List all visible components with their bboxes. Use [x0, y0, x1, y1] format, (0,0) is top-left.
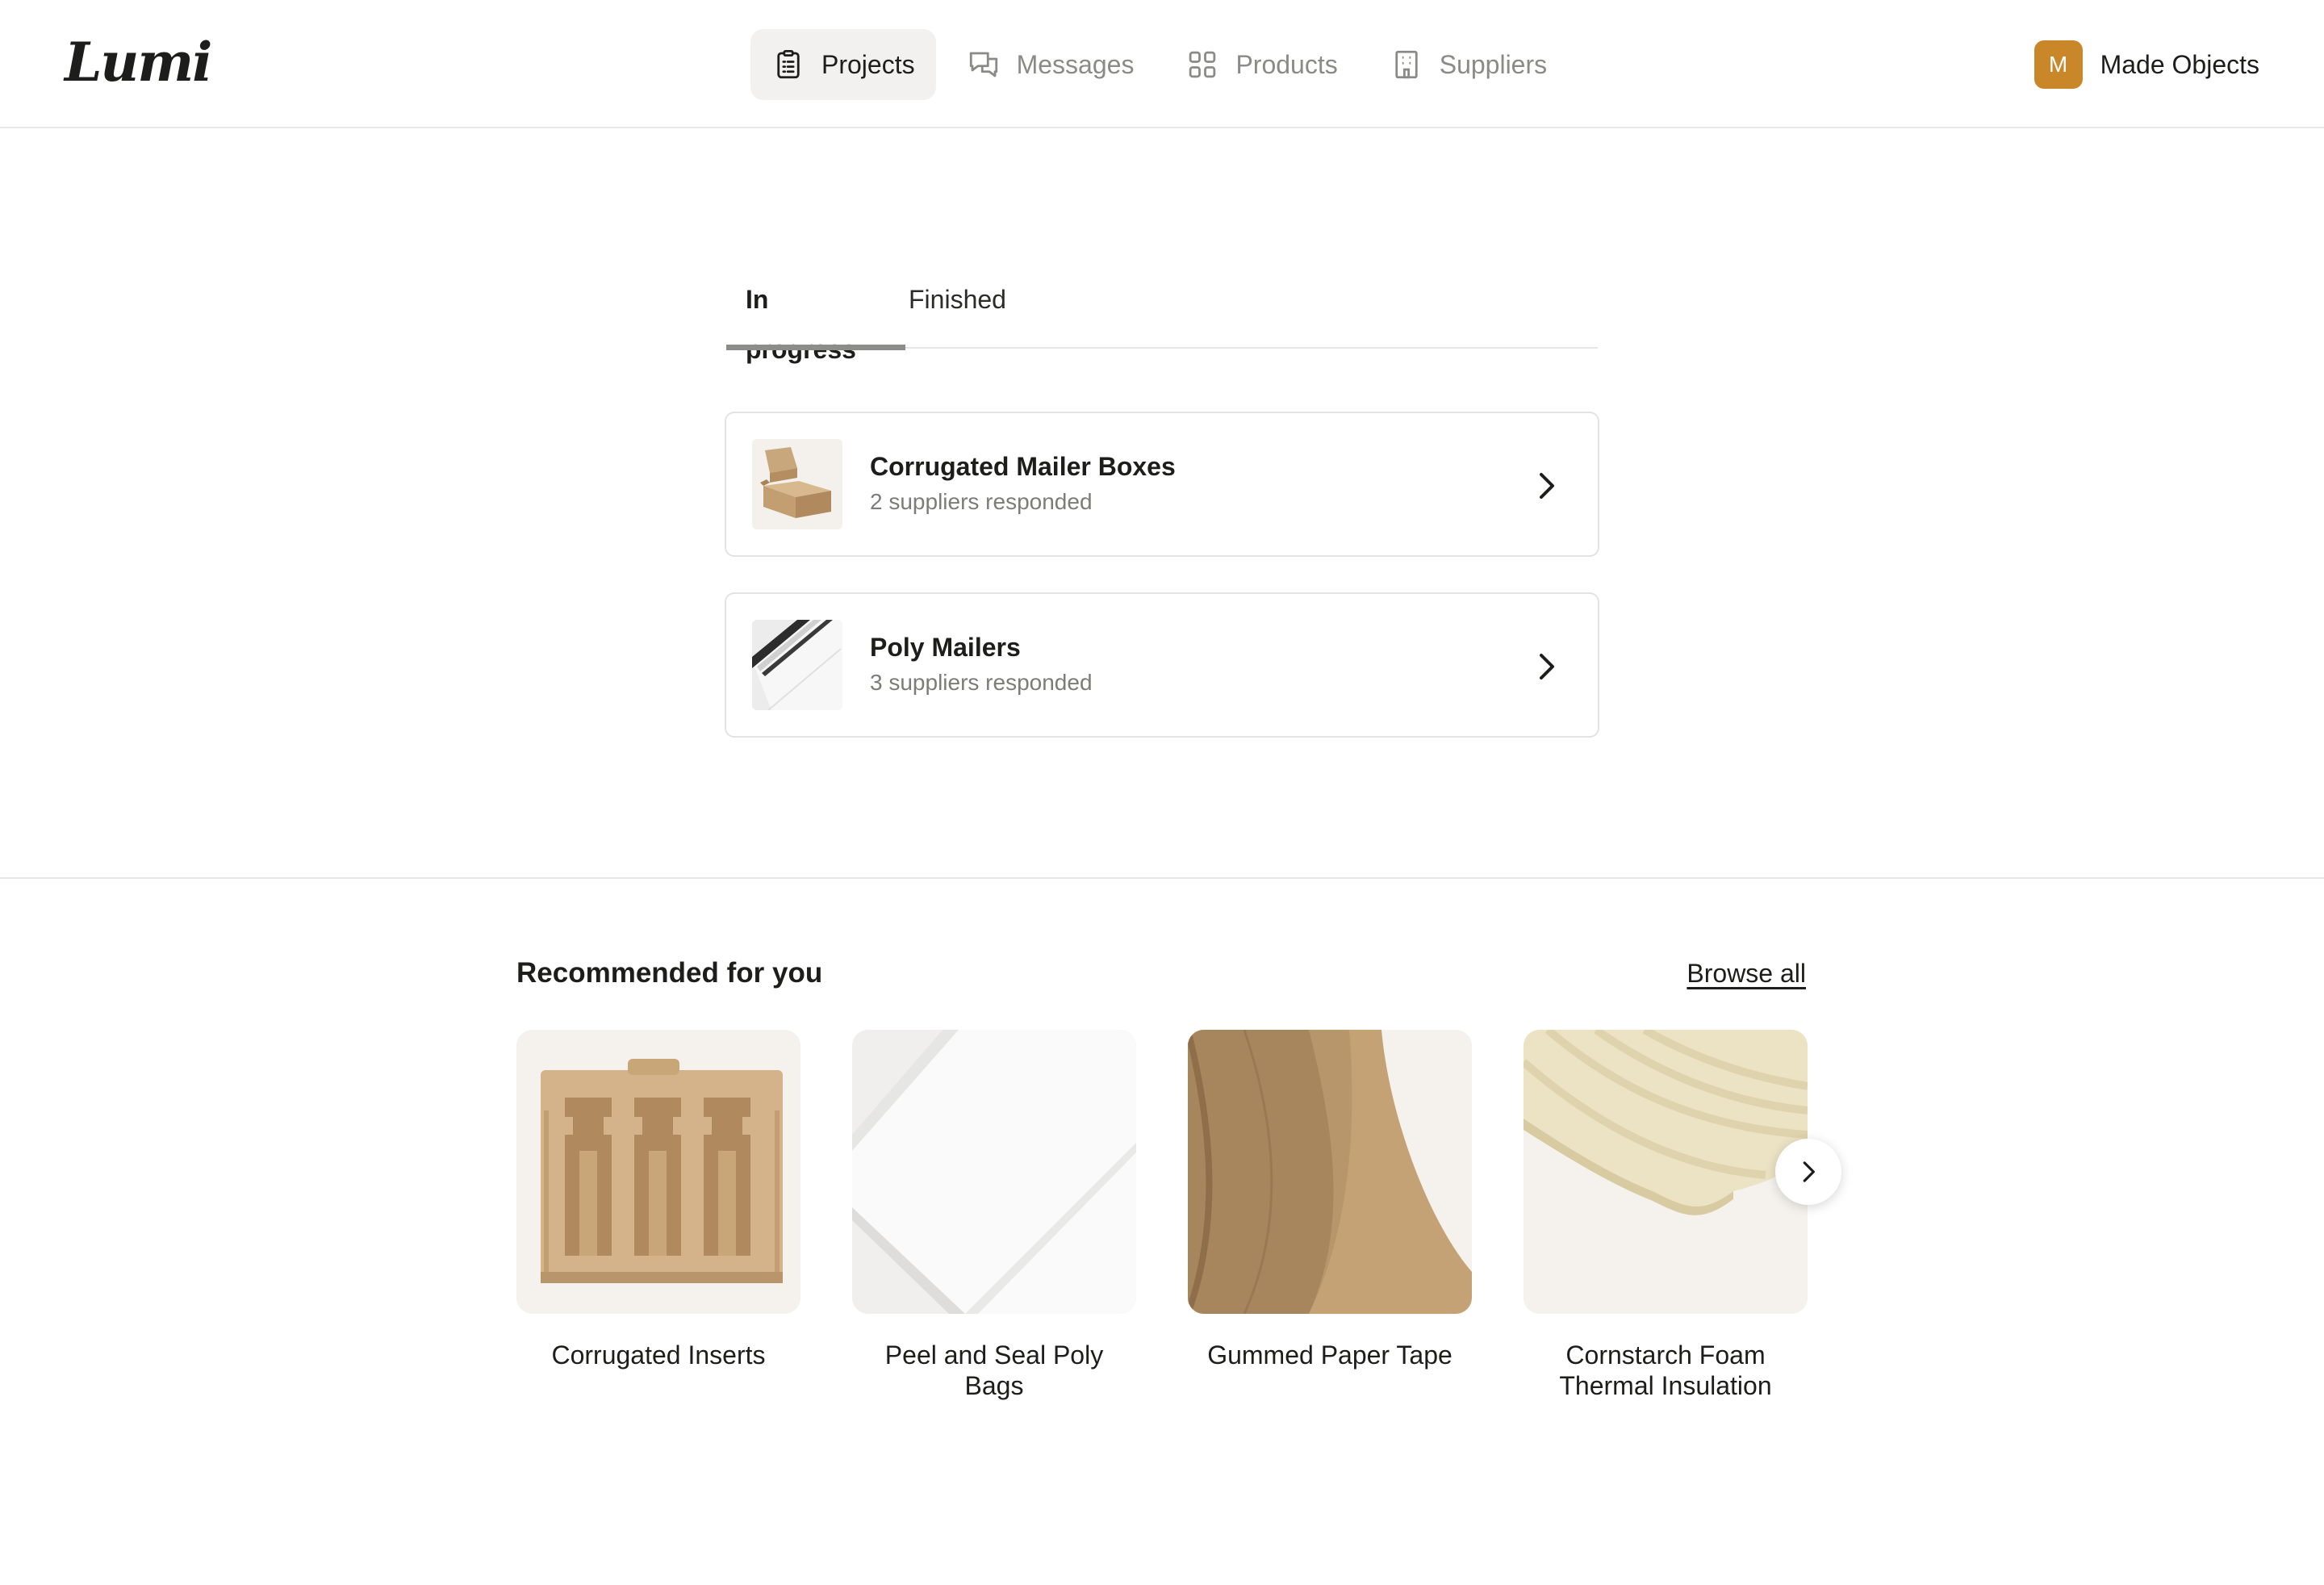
product-label: Gummed Paper Tape: [1207, 1340, 1452, 1370]
recommended-heading: Recommended for you: [516, 957, 823, 989]
nav-messages[interactable]: Messages: [946, 29, 1156, 100]
nav-label-products: Products: [1235, 49, 1338, 79]
product-label: Corrugated Inserts: [551, 1340, 766, 1370]
chevron-right-icon: [1540, 654, 1554, 680]
mailer-box-image: [752, 439, 842, 529]
cornstarch-foam-image: [1524, 1030, 1808, 1314]
lumi-logo[interactable]: Lumi: [65, 31, 212, 94]
nav-products[interactable]: Products: [1164, 29, 1358, 100]
nav-label-projects: Projects: [821, 49, 915, 79]
product-image: [1188, 1030, 1472, 1314]
paper-tape-image: [1188, 1030, 1472, 1314]
chevron-right-icon: [1803, 1161, 1815, 1182]
main-nav: Projects Messages Products Suppliers: [750, 29, 1568, 100]
avatar: M: [2034, 40, 2083, 89]
grid-icon: [1189, 51, 1216, 78]
project-tabs: In progress Finished: [726, 258, 1598, 364]
nav-label-suppliers: Suppliers: [1439, 49, 1548, 79]
product-label: Cornstarch Foam Thermal Insulation: [1559, 1340, 1772, 1400]
poly-bags-image: [852, 1030, 1136, 1314]
chat-icon: [969, 52, 997, 77]
product-card[interactable]: Peel and Seal Poly Bags: [852, 1030, 1136, 1401]
project-card[interactable]: Poly Mailers 3 suppliers responded: [725, 592, 1599, 738]
project-title: Corrugated Mailer Boxes: [870, 452, 1176, 481]
browse-all-link[interactable]: Browse all: [1687, 959, 1806, 989]
product-card[interactable]: Corrugated Inserts: [516, 1030, 800, 1370]
project-title: Poly Mailers: [870, 633, 1021, 662]
project-status: 3 suppliers responded: [870, 670, 1093, 695]
product-image: [1524, 1030, 1808, 1314]
building-icon: [1395, 50, 1418, 79]
nav-label-messages: Messages: [1016, 49, 1135, 79]
product-card[interactable]: Cornstarch Foam Thermal Insulation: [1524, 1030, 1808, 1401]
tab-in-progress[interactable]: In progress: [726, 274, 905, 364]
product-label: Peel and Seal Poly Bags: [884, 1340, 1104, 1400]
carousel-next-button[interactable]: [1775, 1139, 1841, 1205]
section-divider: [0, 877, 2324, 879]
product-image: [852, 1030, 1136, 1314]
poly-mailer-image: [752, 620, 842, 710]
account-menu[interactable]: M Made Objects: [2034, 40, 2259, 89]
clipboard-icon: [777, 49, 800, 79]
top-header: Lumi Projects Messages Products Supplier…: [0, 0, 2324, 128]
product-card[interactable]: Gummed Paper Tape: [1188, 1030, 1472, 1370]
chevron-right-icon: [1540, 473, 1554, 499]
product-image: [516, 1030, 800, 1314]
nav-projects[interactable]: Projects: [750, 29, 936, 100]
project-status: 2 suppliers responded: [870, 489, 1093, 514]
project-thumbnail: [752, 439, 842, 529]
tab-finished[interactable]: Finished: [889, 274, 1026, 349]
corrugated-inserts-image: [516, 1030, 800, 1314]
project-thumbnail: [752, 620, 842, 710]
nav-suppliers[interactable]: Suppliers: [1369, 29, 1568, 100]
project-card[interactable]: Corrugated Mailer Boxes 2 suppliers resp…: [725, 412, 1599, 557]
account-name: Made Objects: [2100, 49, 2259, 79]
